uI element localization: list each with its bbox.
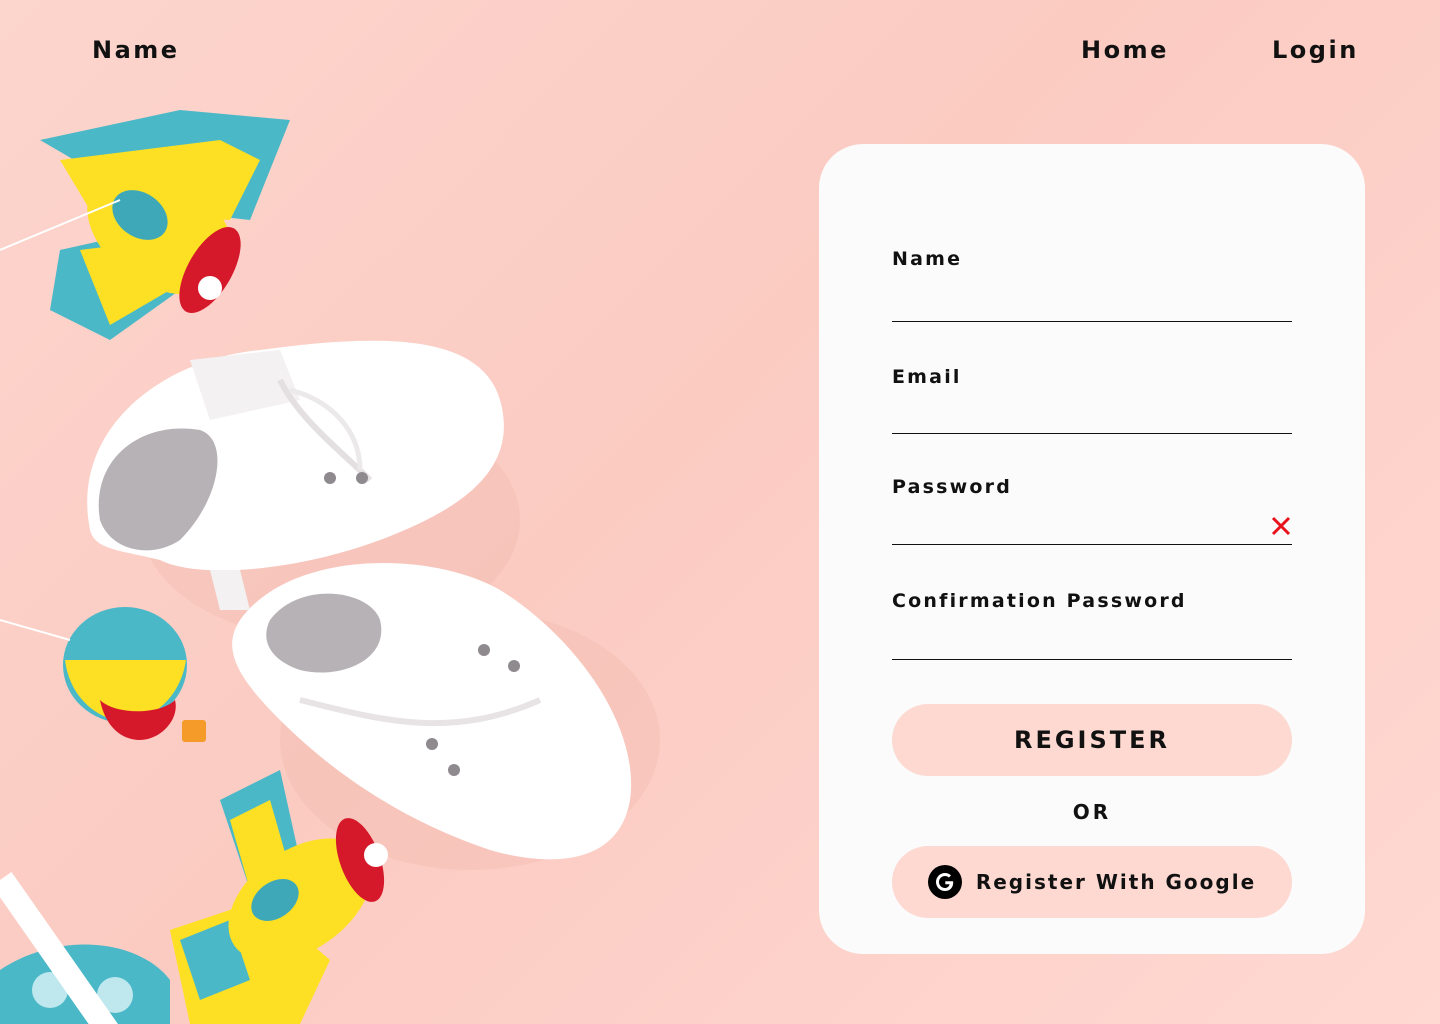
password-label: Password — [892, 476, 1013, 498]
password-field-group: Password — [892, 476, 1292, 545]
register-with-google-button[interactable]: Register With Google — [892, 846, 1292, 918]
brand-name[interactable]: Name — [92, 36, 180, 64]
password-input[interactable] — [892, 509, 1292, 545]
or-divider-text: OR — [1072, 800, 1112, 824]
confirm-password-field-group: Confirmation Password — [892, 590, 1292, 660]
confirm-password-label: Confirmation Password — [892, 590, 1187, 612]
email-input[interactable] — [892, 398, 1292, 434]
close-icon[interactable] — [1270, 515, 1292, 537]
email-label: Email — [892, 366, 962, 388]
register-card: Name Email Password Confirmation Passwor… — [819, 144, 1365, 954]
name-input[interactable] — [892, 286, 1292, 322]
nav-login-link[interactable]: Login — [1272, 36, 1359, 64]
hero-image — [0, 100, 780, 1024]
toy-airplane-top — [0, 110, 290, 340]
toy-balloon — [0, 607, 206, 742]
google-icon — [927, 865, 962, 899]
name-field-group: Name — [892, 248, 1292, 322]
register-with-google-label: Register With Google — [975, 870, 1257, 894]
nav-home-link[interactable]: Home — [1081, 36, 1169, 64]
register-button-label: REGISTER — [1013, 726, 1171, 754]
email-field-group: Email — [892, 366, 1292, 434]
confirm-password-input[interactable] — [892, 624, 1292, 660]
register-button[interactable]: REGISTER — [892, 704, 1292, 776]
name-label: Name — [892, 248, 963, 270]
